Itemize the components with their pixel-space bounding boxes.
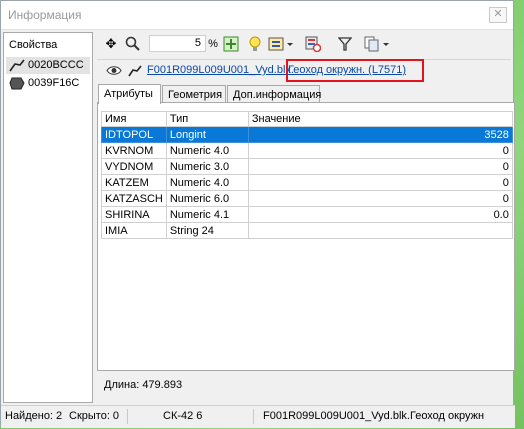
file-link[interactable]: F001R099L009U001_Vyd.blk. [147,64,294,76]
zoom-to-object-icon[interactable] [221,34,241,54]
column-header-value[interactable]: Значение [247,111,513,127]
copy-dropdown-icon[interactable] [363,34,391,54]
properties-header: Свойства [9,39,58,51]
attribute-grid: Имя Тип Значение IDTOPOL Longint 3528 KV… [97,102,515,371]
table-row[interactable]: SHIRINA Numeric 4.1 0.0 [101,206,513,223]
status-found: Найдено: 2 [5,410,63,422]
cell-value[interactable]: 0 [247,158,513,175]
title-bar[interactable]: Информация ✕ [1,1,513,30]
table-row[interactable]: KVRNOM Numeric 4.0 0 [101,142,513,159]
cell-value[interactable]: 0 [247,142,513,159]
cell-value[interactable]: 0 [247,190,513,207]
object-item-label: 0039F16C [28,77,80,89]
polyline-icon [128,65,142,77]
info-window: Информация ✕ Свойства 0020BCCC 0039F16C … [0,0,515,428]
column-header-type[interactable]: Тип [165,111,249,127]
close-button[interactable]: ✕ [489,7,507,23]
cell-name: IDTOPOL [101,126,167,143]
cell-value[interactable]: 3528 [247,126,513,143]
highlight-icon[interactable] [245,34,265,54]
eye-icon[interactable] [106,65,122,76]
table-row[interactable]: VYDNOM Numeric 3.0 0 [101,158,513,175]
status-bar: Найдено: 2 Скрыто: 0 СК-42 6 F001R099L00… [1,405,515,428]
cell-type: Longint [165,126,249,143]
cell-name: KATZEM [101,174,167,191]
cell-type: Numeric 4.0 [165,174,249,191]
column-header-name[interactable]: Имя [101,111,167,127]
polygon-icon [9,77,25,90]
properties-panel: Свойства 0020BCCC 0039F16C [3,32,93,403]
status-separator [127,409,128,424]
cell-name: VYDNOM [101,158,167,175]
layer-properties-icon[interactable] [303,34,323,54]
cell-value[interactable]: 0 [247,174,513,191]
window-title: Информация [8,8,82,22]
object-item-label: 0020BCCC [28,59,84,71]
status-hidden: Скрыто: 0 [69,410,120,422]
cell-name: IMIA [101,222,167,239]
cell-type: Numeric 4.1 [165,206,249,223]
object-item-0039f16c[interactable]: 0039F16C [6,75,90,92]
cell-type: Numeric 6.0 [165,190,249,207]
length-label: Длина: 479.893 [104,379,183,391]
table-row[interactable]: IDTOPOL Longint 3528 [101,126,513,143]
table-row[interactable]: IMIA String 24 [101,222,513,239]
tab-geometry[interactable]: Геометрия [162,85,226,103]
object-item-0020bccc[interactable]: 0020BCCC [6,57,90,74]
cell-name: SHIRINA [101,206,167,223]
cell-value[interactable] [247,222,513,239]
cell-name: KVRNOM [101,142,167,159]
cell-name: KATZASCH [101,190,167,207]
toolbar: ✥ 5 % [97,32,511,56]
table-row[interactable]: KATZEM Numeric 4.0 0 [101,174,513,191]
table-row[interactable]: KATZASCH Numeric 6.0 0 [101,190,513,207]
status-object: F001R099L009U001_Vyd.blk.Геоход окружн [263,410,485,422]
cell-value[interactable]: 0.0 [247,206,513,223]
cell-type: String 24 [165,222,249,239]
highlight-box [286,59,424,82]
zoom-input[interactable]: 5 [149,35,206,52]
tab-extra-info[interactable]: Доп.информация [227,85,321,103]
pan-icon[interactable]: ✥ [101,34,121,54]
polyline-icon [9,59,25,72]
cell-type: Numeric 4.0 [165,142,249,159]
zoom-icon[interactable] [123,34,143,54]
percent-label: % [208,38,218,50]
status-crs: СК-42 6 [163,410,203,422]
attribute-table: Имя Тип Значение IDTOPOL Longint 3528 KV… [101,111,513,239]
select-dropdown-icon[interactable] [267,34,295,54]
tab-attributes[interactable]: Атрибуты [98,84,161,104]
status-separator [253,409,254,424]
cell-type: Numeric 3.0 [165,158,249,175]
filter-icon[interactable] [335,34,355,54]
